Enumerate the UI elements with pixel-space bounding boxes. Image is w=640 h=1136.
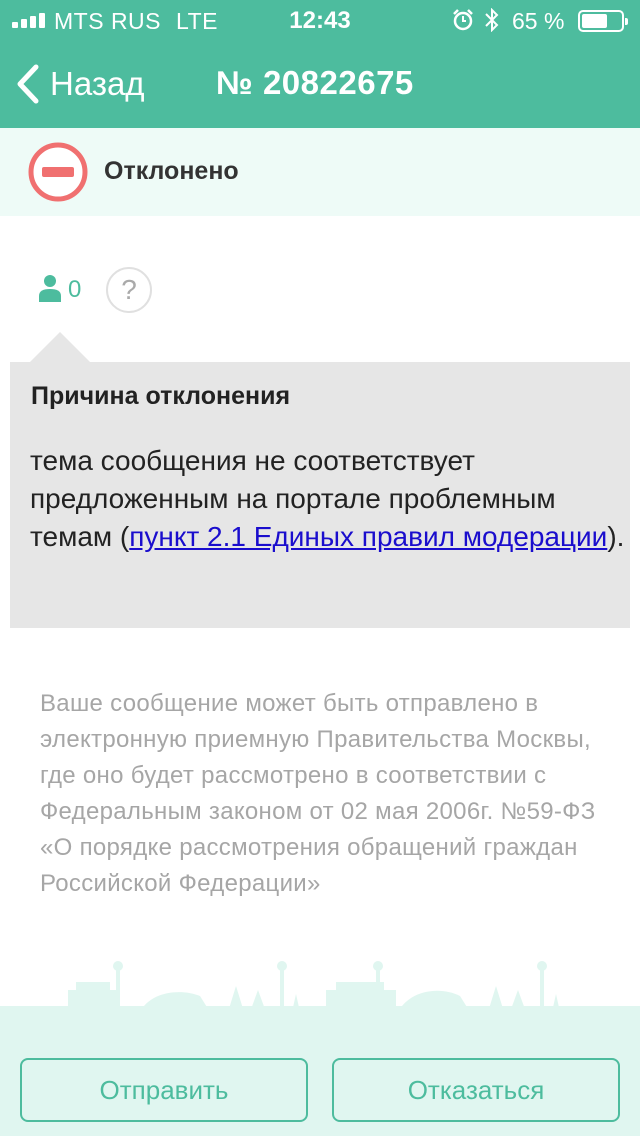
- rejected-icon: [28, 142, 88, 202]
- reason-title: Причина отклонения: [31, 382, 291, 410]
- bluetooth-icon: [485, 8, 499, 32]
- status-bar: MTS RUS LTE 12:43 65 %: [0, 0, 640, 40]
- footer: Отправить Отказаться: [0, 1008, 640, 1136]
- moderation-rules-link[interactable]: пункт 2.1 Единых правил модерации: [129, 521, 607, 552]
- back-label: Назад: [50, 65, 145, 102]
- alarm-icon: [453, 9, 473, 31]
- status-row: Отклонено: [0, 128, 640, 216]
- supporter-count: 0: [68, 276, 82, 303]
- battery-icon: [578, 10, 628, 32]
- page-title: № 20822675: [216, 64, 414, 101]
- reason-text: тема сообщения не соответствует предложе…: [30, 442, 630, 556]
- battery-percent: 65 %: [512, 8, 565, 34]
- help-button[interactable]: ?: [106, 267, 152, 313]
- header: MTS RUS LTE 12:43 65 % Назад № 20822675: [0, 0, 640, 128]
- send-button[interactable]: Отправить: [20, 1058, 308, 1122]
- back-button[interactable]: Назад: [16, 60, 145, 108]
- decline-button[interactable]: Отказаться: [332, 1058, 620, 1122]
- reason-pointer: [30, 332, 90, 362]
- person-icon: [39, 275, 61, 302]
- info-text: Ваше сообщение может быть отправлено в э…: [40, 690, 596, 897]
- city-skyline-illustration: [0, 961, 640, 1012]
- reason-text-after: ).: [607, 521, 625, 552]
- battery-fill: [582, 14, 607, 28]
- chevron-left-icon: [17, 64, 39, 104]
- status-label: Отклонено: [104, 157, 239, 185]
- rejection-reason-panel: Причина отклонения тема сообщения не соо…: [10, 362, 630, 628]
